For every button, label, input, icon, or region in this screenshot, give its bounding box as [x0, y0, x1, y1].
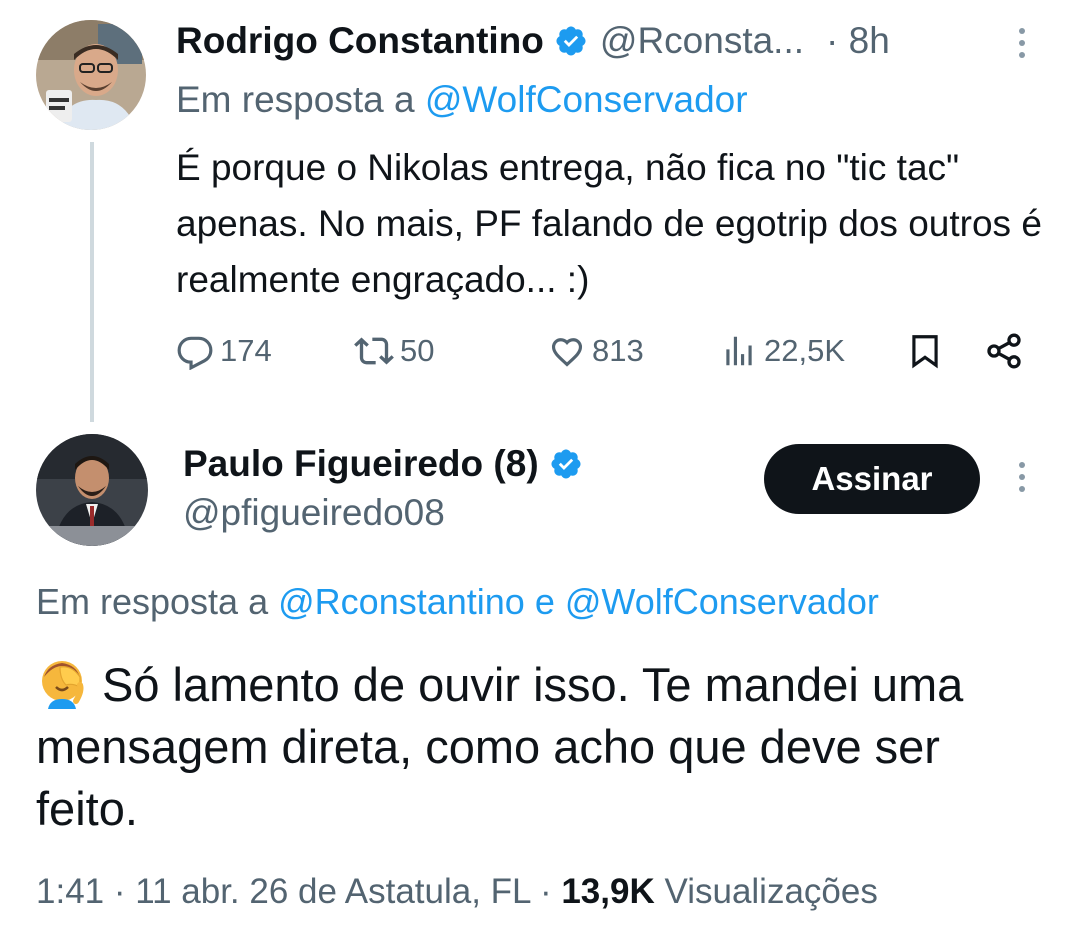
tweet1-handle[interactable]: @Rconsta...: [600, 20, 804, 62]
tweet1-action-bar: 174 50 813 22,5K: [176, 326, 1036, 376]
reply-conjunction: e: [534, 581, 555, 622]
views-button[interactable]: 22,5K: [720, 326, 845, 376]
avatar-paulo-figueiredo[interactable]: [36, 434, 148, 546]
tweet1-timestamp[interactable]: · 8h: [826, 20, 890, 62]
verified-badge-icon: [549, 447, 583, 481]
tweet2-author-name[interactable]: Paulo Figueiredo (8): [183, 443, 539, 485]
like-count: 813: [592, 333, 644, 368]
reply-prefix: Em resposta a: [176, 79, 415, 120]
timestamp-location[interactable]: 1:41 · 11 abr. 26 de Astatula, FL ·: [36, 872, 552, 911]
tweet1-author-name[interactable]: Rodrigo Constantino: [176, 20, 544, 62]
reply-icon: [177, 336, 213, 370]
reply-prefix: Em resposta a: [36, 581, 269, 622]
tweet2-text-block: Só lamento de ouvir isso. Te mandei uma …: [36, 654, 1046, 840]
share-button[interactable]: [984, 326, 1024, 376]
mention-link[interactable]: @Rconstantino: [278, 581, 525, 622]
views-label: Visualizações: [664, 872, 878, 911]
share-icon: [987, 333, 1021, 369]
tweet1-reply-context: Em resposta a @WolfConservador: [176, 76, 748, 124]
subscribe-button[interactable]: Assinar: [764, 444, 980, 514]
face-palm-emoji: [36, 657, 88, 709]
thread-connector-line: [90, 142, 94, 422]
views-count: 22,5K: [764, 333, 846, 368]
like-icon: [551, 338, 583, 367]
tweet2-handle[interactable]: @pfigueiredo08: [183, 492, 445, 534]
tweet1-text: É porque o Nikolas entrega, não fica no …: [176, 147, 1042, 300]
bookmark-icon: [912, 335, 938, 369]
reply-button[interactable]: 174: [176, 326, 272, 376]
avatar-rodrigo-constantino[interactable]: [36, 20, 146, 130]
bookmark-button[interactable]: [906, 326, 944, 376]
repost-count: 50: [400, 333, 435, 368]
tweet2-metadata: 1:41 · 11 abr. 26 de Astatula, FL · 13,9…: [36, 872, 878, 912]
views-icon: [726, 336, 752, 366]
tweet2-text: Só lamento de ouvir isso. Te mandei uma …: [36, 658, 964, 835]
mention-link[interactable]: @WolfConservador: [425, 79, 748, 120]
more-options-icon[interactable]: [1016, 28, 1028, 58]
verified-badge-icon: [554, 24, 588, 58]
repost-button[interactable]: 50: [354, 326, 434, 376]
repost-icon: [354, 337, 394, 365]
tweet1-header: Rodrigo Constantino @Rconsta... · 8h: [176, 16, 890, 66]
views-count: 13,9K: [561, 872, 655, 911]
reply-count: 174: [220, 333, 272, 368]
like-button[interactable]: 813: [548, 326, 644, 376]
mention-link[interactable]: @WolfConservador: [565, 581, 879, 622]
tweet2-header: Paulo Figueiredo (8): [183, 438, 595, 490]
tweet2-reply-context: Em resposta a @Rconstantino e @WolfConse…: [36, 578, 879, 626]
more-options-icon[interactable]: [1016, 462, 1028, 492]
